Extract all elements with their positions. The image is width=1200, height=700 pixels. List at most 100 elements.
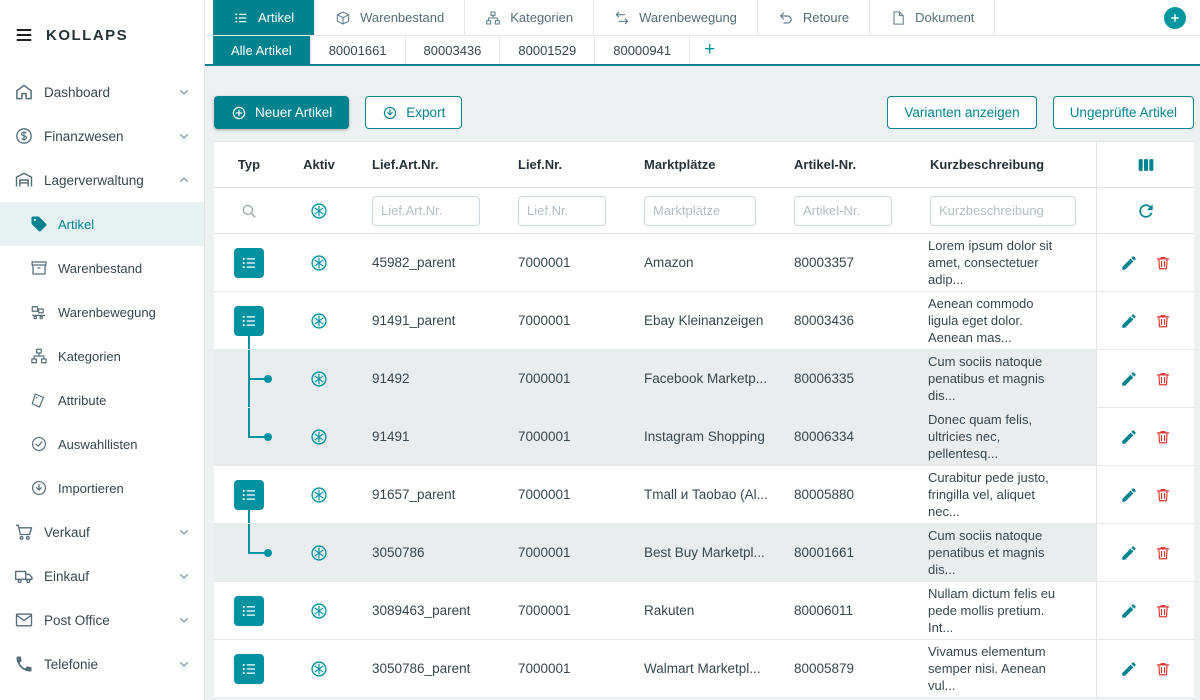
- table-row[interactable]: 91657_parent7000001Tmall и Taobao (Al...…: [214, 466, 1194, 524]
- movement-icon: [30, 303, 48, 321]
- article-tab-alle-artikel[interactable]: Alle Artikel: [213, 36, 311, 64]
- delete-article-button[interactable]: [1154, 370, 1172, 388]
- hamburger-menu-icon[interactable]: [14, 25, 34, 45]
- variants-toggle-button[interactable]: [234, 654, 264, 684]
- sidebar-item-label: Importieren: [58, 481, 124, 496]
- filter-input-marktplaetze[interactable]: [644, 196, 756, 226]
- filter-cell-marktplaetze: [626, 196, 776, 226]
- aktiv-cell: [284, 427, 354, 447]
- add-article-tab-button[interactable]: +: [690, 36, 729, 64]
- delete-article-button[interactable]: [1154, 254, 1172, 272]
- search-icon: [240, 202, 258, 220]
- article-tab-80003436[interactable]: 80003436: [406, 36, 501, 64]
- edit-article-button[interactable]: [1120, 254, 1138, 272]
- plus-circle-icon: [231, 105, 247, 121]
- active-status-icon[interactable]: [309, 485, 329, 505]
- tab-warenbewegung[interactable]: Warenbewegung: [594, 0, 758, 35]
- delete-article-button[interactable]: [1154, 660, 1172, 678]
- edit-article-button[interactable]: [1120, 660, 1138, 678]
- sidebar-item-lagerverwaltung[interactable]: Lagerverwaltung: [0, 158, 204, 202]
- add-module-tab-button[interactable]: [1164, 7, 1186, 29]
- active-status-icon[interactable]: [309, 543, 329, 563]
- finance-icon: [14, 126, 34, 146]
- active-status-icon[interactable]: [309, 253, 329, 273]
- table-row[interactable]: 3050786_parent7000001Walmart Marketpl...…: [214, 640, 1194, 698]
- edit-article-button[interactable]: [1120, 602, 1138, 620]
- export-button[interactable]: Export: [365, 96, 462, 129]
- sidebar-item-einkauf[interactable]: Einkauf: [0, 554, 204, 598]
- tab-retoure[interactable]: Retoure: [758, 0, 870, 35]
- variants-toggle-button[interactable]: [234, 596, 264, 626]
- sidebar-item-label: Verkauf: [44, 525, 90, 540]
- delete-article-button[interactable]: [1154, 486, 1172, 504]
- filter-input-lief-art-nr[interactable]: [372, 196, 480, 226]
- sidebar-item-dashboard[interactable]: Dashboard: [0, 70, 204, 114]
- refresh-icon: [1136, 201, 1156, 221]
- refresh-button[interactable]: [1136, 201, 1156, 221]
- delete-article-button[interactable]: [1154, 428, 1172, 446]
- delete-article-button[interactable]: [1154, 544, 1172, 562]
- article-tab-80001529[interactable]: 80001529: [500, 36, 595, 64]
- tab-warenbestand[interactable]: Warenbestand: [315, 0, 465, 35]
- delete-article-button[interactable]: [1154, 602, 1172, 620]
- sidebar-item-warenbestand[interactable]: Warenbestand: [0, 246, 204, 290]
- unchecked-articles-label: Ungeprüfte Artikel: [1070, 105, 1177, 120]
- edit-article-button[interactable]: [1120, 428, 1138, 446]
- show-variants-button[interactable]: Varianten anzeigen: [887, 96, 1036, 129]
- table-row[interactable]: 914917000001Instagram Shopping80006334Do…: [214, 408, 1194, 466]
- sidebar-item-finanzwesen[interactable]: Finanzwesen: [0, 114, 204, 158]
- row-actions: [1096, 408, 1194, 465]
- sidebar-item-kategorien[interactable]: Kategorien: [0, 334, 204, 378]
- sidebar-item-artikel[interactable]: Artikel: [0, 202, 204, 246]
- table-row[interactable]: 3089463_parent7000001Rakuten80006011Null…: [214, 582, 1194, 640]
- filter-input-lief-nr[interactable]: [518, 196, 606, 226]
- tab-kategorien[interactable]: Kategorien: [465, 0, 594, 35]
- article-tab-80000941[interactable]: 80000941: [595, 36, 690, 64]
- tab-dokument[interactable]: Dokument: [870, 0, 995, 35]
- inventory-icon: [30, 259, 48, 277]
- active-status-icon[interactable]: [309, 601, 329, 621]
- table-row[interactable]: 914927000001Facebook Marketp...80006335C…: [214, 350, 1194, 408]
- kurzbeschreibung-value: Cum sociis natoque penatibus et magnis d…: [912, 353, 1096, 404]
- active-status-icon[interactable]: [309, 311, 329, 331]
- column-settings-button[interactable]: [1136, 155, 1156, 175]
- active-status-icon[interactable]: [309, 369, 329, 389]
- table-row[interactable]: 30507867000001Best Buy Marketpl...800016…: [214, 524, 1194, 582]
- variants-toggle-button[interactable]: [234, 306, 264, 336]
- sidebar-item-verkauf[interactable]: Verkauf: [0, 510, 204, 554]
- sidebar-item-telefonie[interactable]: Telefonie: [0, 642, 204, 686]
- new-article-button[interactable]: Neuer Artikel: [214, 96, 349, 129]
- table-row[interactable]: 45982_parent7000001Amazon80003357Lorem i…: [214, 234, 1194, 292]
- edit-article-button[interactable]: [1120, 544, 1138, 562]
- edit-article-button[interactable]: [1120, 312, 1138, 330]
- variants-toggle-button[interactable]: [234, 480, 264, 510]
- sidebar-item-importieren[interactable]: Importieren: [0, 466, 204, 510]
- unchecked-articles-button[interactable]: Ungeprüfte Artikel: [1053, 96, 1194, 129]
- sidebar-item-auswahllisten[interactable]: Auswahllisten: [0, 422, 204, 466]
- article-tab-label: 80003436: [424, 43, 482, 58]
- active-status-icon[interactable]: [309, 427, 329, 447]
- tab-artikel[interactable]: Artikel: [213, 0, 315, 35]
- article-tab-80001661[interactable]: 80001661: [311, 36, 406, 64]
- columns-icon: [1136, 155, 1156, 175]
- delete-article-button[interactable]: [1154, 312, 1172, 330]
- lief-nr-value: 7000001: [500, 429, 626, 444]
- tree-node-dot: [264, 375, 272, 383]
- show-variants-label: Varianten anzeigen: [904, 105, 1019, 120]
- active-status-icon[interactable]: [309, 659, 329, 679]
- filter-input-kurzbeschreibung[interactable]: [930, 196, 1076, 226]
- edit-article-button[interactable]: [1120, 486, 1138, 504]
- sidebar-item-label: Dashboard: [44, 85, 110, 100]
- variants-toggle-button[interactable]: [234, 248, 264, 278]
- aktiv-filter-icon[interactable]: [309, 201, 329, 221]
- lief-art-nr-value: 91491_parent: [354, 313, 500, 328]
- chevron-down-icon: [176, 612, 192, 628]
- edit-article-button[interactable]: [1120, 370, 1138, 388]
- sidebar-item-warenbewegung[interactable]: Warenbewegung: [0, 290, 204, 334]
- filter-input-artikel-nr[interactable]: [794, 196, 892, 226]
- sidebar-item-attribute[interactable]: Attribute: [0, 378, 204, 422]
- sidebar-item-post-office[interactable]: Post Office: [0, 598, 204, 642]
- tab-label: Kategorien: [510, 10, 573, 25]
- tree-node-dot: [264, 433, 272, 441]
- table-row[interactable]: 91491_parent7000001Ebay Kleinanzeigen800…: [214, 292, 1194, 350]
